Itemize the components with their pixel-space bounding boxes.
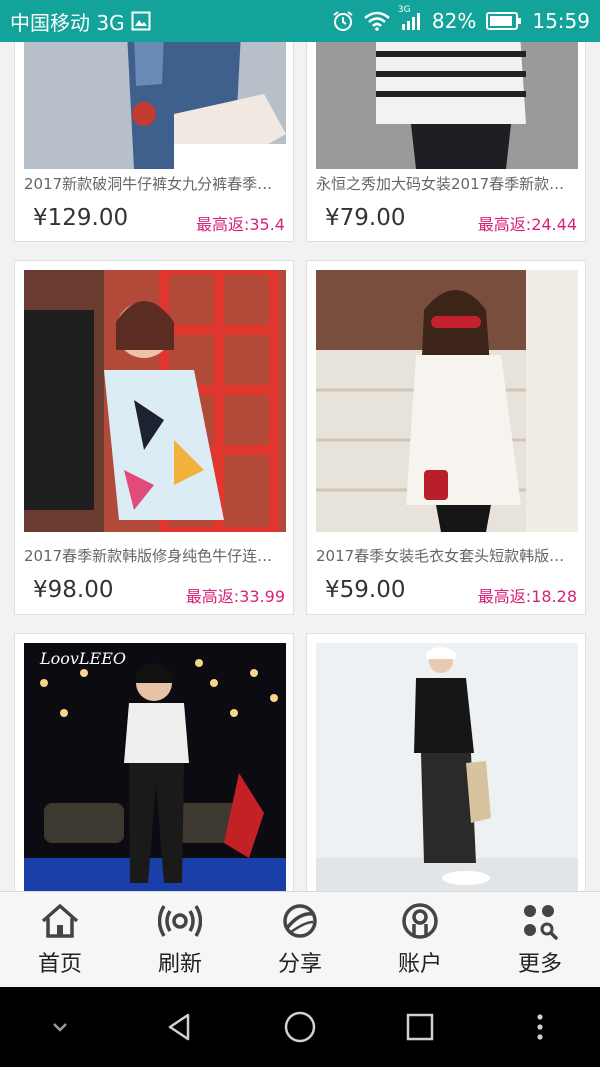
tab-home-label: 首页 [37,951,82,977]
account-icon [402,902,438,939]
product-image[interactable] [316,270,578,532]
carrier-label: 中国移动 3G [10,10,125,35]
product-rebate: 最高返:24.44 [477,215,577,234]
product-card[interactable]: 永恒之秀加大码女装2017春季新款… ¥79.00 最高返:24.44 [306,42,586,242]
refresh-broadcast-icon [158,904,202,937]
product-card[interactable]: LoovLEEO [14,633,294,891]
product-card[interactable]: 2017春季新款韩版修身纯色牛仔连… ¥98.00 最高返:33.99 [14,260,294,615]
product-price: ¥79.00 [325,205,406,231]
product-price: ¥59.00 [325,577,406,603]
back-triangle-icon [168,1013,190,1041]
alarm-icon [332,10,354,32]
tab-refresh[interactable]: 刷新 [125,892,235,987]
product-rebate: 最高返:33.99 [185,587,285,606]
tab-home[interactable]: 首页 [5,892,115,987]
nav-recents-button[interactable] [390,997,450,1057]
product-title[interactable]: 2017春季新款韩版修身纯色牛仔连… [24,545,286,566]
battery-percent: 82% [431,9,477,33]
product-image[interactable] [24,42,286,169]
product-title[interactable]: 永恒之秀加大码女装2017春季新款… [316,173,578,194]
status-bar: 中国移动 3G 3G 82% 15:59 [0,0,600,42]
product-price: ¥129.00 [33,205,129,231]
system-navigation-bar [0,987,600,1067]
home-circle-icon [284,1011,316,1043]
nav-back-button[interactable] [150,997,210,1057]
battery-icon [486,11,522,31]
tab-share[interactable]: 分享 [245,892,355,987]
product-rebate: 最高返:35.4 [195,215,285,234]
home-icon [41,903,79,938]
product-image[interactable]: LoovLEEO [24,643,286,891]
tab-share-label: 分享 [277,951,322,977]
nav-collapse-button[interactable] [30,997,90,1057]
tab-refresh-label: 刷新 [157,951,202,977]
product-image[interactable] [316,643,578,891]
product-card[interactable]: 2017新款破洞牛仔裤女九分裤春季… ¥129.00 最高返:35.4 [14,42,294,242]
chevron-down-icon [53,1023,67,1032]
bottom-tab-bar: 首页 刷新 分享 账户 更多 [0,891,600,987]
tab-more-label: 更多 [517,951,562,977]
nav-menu-button[interactable] [510,997,570,1057]
wifi-icon [364,11,390,31]
photo-logo-text: LoovLEEO [40,649,127,668]
product-grid[interactable]: 2017新款破洞牛仔裤女九分裤春季… ¥129.00 最高返:35.4 永恒之秀… [0,42,600,891]
overflow-dots-icon [537,1014,543,1040]
product-title[interactable]: 2017新款破洞牛仔裤女九分裤春季… [24,173,286,194]
planet-share-icon [283,903,317,938]
image-notification-icon [131,11,151,31]
product-rebate: 最高返:18.28 [477,587,577,606]
recents-square-icon [406,1013,434,1041]
more-grid-icon [524,904,558,940]
tab-account[interactable]: 账户 [365,892,475,987]
nav-home-button[interactable] [270,997,330,1057]
network-type-badge: 3G [397,5,411,15]
signal-icon: 3G [398,5,422,31]
product-price: ¥98.00 [33,577,114,603]
product-card[interactable] [306,633,586,891]
clock-time: 15:59 [532,9,590,33]
product-image[interactable] [316,42,578,169]
product-card[interactable]: 2017春季女装毛衣女套头短款韩版… ¥59.00 最高返:18.28 [306,260,586,615]
tab-more[interactable]: 更多 [485,892,595,987]
product-image[interactable] [24,270,286,532]
tab-account-label: 账户 [397,951,442,977]
product-title[interactable]: 2017春季女装毛衣女套头短款韩版… [316,545,578,566]
